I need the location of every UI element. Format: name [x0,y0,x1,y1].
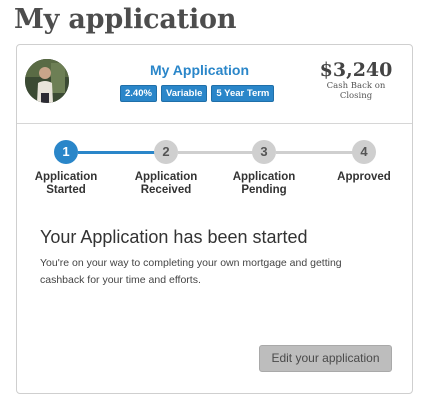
person-photo-icon [25,59,69,103]
step-3-label: Application Pending [232,171,296,196]
step-1-indicator: 1 [54,140,78,164]
progress-stepper: 1 2 3 4 Application Started Application … [17,136,412,206]
step-connector-3 [276,151,354,154]
step-4-label: Approved [337,171,391,183]
avatar [25,59,69,103]
step-2-label: Application Received [134,171,198,196]
step-3-indicator: 3 [252,140,276,164]
term-badge: 5 Year Term [211,85,275,102]
application-summary: My Application 2.40% Variable 5 Year Ter… [17,45,412,124]
application-tags: 2.40% Variable 5 Year Term [120,85,275,102]
step-1-label: Application Started [34,171,98,196]
cash-back-label: Cash Back on Closing [326,81,386,101]
status-message: You're on your way to completing your ow… [40,257,342,286]
application-card: My Application 2.40% Variable 5 Year Ter… [16,44,413,394]
cash-back-amount: $3,240 [319,59,393,81]
step-4-indicator: 4 [352,140,376,164]
status-heading: Your Application has been started [40,227,308,247]
step-2-indicator: 2 [154,140,178,164]
edit-application-button[interactable]: Edit your application [259,345,392,372]
step-connector-1 [78,151,156,154]
page-title: My application [14,4,237,35]
step-connector-2 [178,151,254,154]
application-name: My Application [149,62,250,78]
rate-type-badge: Variable [160,85,208,102]
rate-badge: 2.40% [120,85,157,102]
